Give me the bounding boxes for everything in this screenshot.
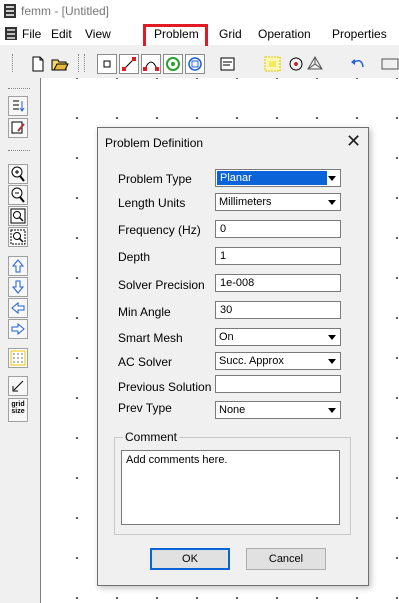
undo-icon[interactable] (348, 54, 368, 74)
close-icon[interactable]: ✕ (346, 132, 361, 150)
smart-mesh-label: Smart Mesh (118, 331, 183, 345)
comment-group: Comment Add comments here. (114, 430, 351, 535)
depth-label: Depth (118, 250, 151, 264)
block-label-icon[interactable] (163, 54, 183, 74)
node-icon[interactable] (97, 54, 117, 74)
title-bar: femm - [Untitled] (0, 0, 399, 22)
problem-definition-dialog: Problem Definition ✕ Problem Type Planar… (97, 127, 369, 586)
previous-solution-input[interactable] (215, 375, 341, 393)
edit-icon[interactable] (8, 118, 28, 138)
problem-type-value: Planar (217, 171, 327, 185)
toolbar-grip[interactable] (84, 54, 87, 72)
show-names-icon[interactable] (8, 96, 28, 116)
menu-view[interactable]: View (85, 27, 111, 41)
window-title: femm - [Untitled] (21, 4, 110, 18)
grid-size-icon[interactable]: grid size (8, 398, 28, 422)
length-units-select[interactable]: Millimeters (215, 193, 341, 211)
snap-grid-icon[interactable] (8, 376, 28, 396)
ok-button[interactable]: OK (150, 548, 230, 570)
select-window-icon[interactable] (263, 54, 283, 74)
group-icon[interactable] (185, 54, 205, 74)
pan-up-icon[interactable] (8, 256, 28, 276)
grid-size-label-grid: grid (11, 401, 25, 408)
frequency-label: Frequency (Hz) (118, 223, 201, 237)
pan-left-icon[interactable] (8, 298, 28, 318)
app-icon (4, 4, 16, 18)
ac-solver-select[interactable]: Succ. Approx (215, 352, 341, 370)
depth-input[interactable]: 1 (215, 247, 341, 265)
frequency-input[interactable]: 0 (215, 220, 341, 238)
chevron-down-icon[interactable] (325, 195, 339, 209)
prev-type-value: None (219, 404, 246, 416)
toolbar-grip[interactable] (8, 150, 30, 151)
problem-type-select[interactable]: Planar (215, 169, 341, 187)
pan-down-icon[interactable] (8, 277, 28, 297)
menu-properties[interactable]: Properties (332, 27, 387, 41)
toolbar-grip[interactable] (8, 88, 30, 89)
extra-tool-icon[interactable] (380, 54, 399, 74)
zoom-window-icon[interactable] (8, 227, 28, 247)
document-icon[interactable] (5, 27, 17, 40)
view-toolbar: grid size (0, 78, 40, 603)
comment-legend: Comment (123, 430, 180, 444)
circle-icon[interactable] (287, 54, 307, 74)
smart-mesh-value: On (219, 331, 234, 343)
solver-precision-input[interactable]: 1e-008 (215, 274, 341, 292)
ac-solver-value: Succ. Approx (219, 355, 284, 367)
zoom-out-icon[interactable] (8, 185, 28, 205)
chevron-down-icon[interactable] (325, 403, 339, 417)
length-units-value: Millimeters (219, 196, 272, 208)
grid-size-label-size: size (11, 408, 25, 415)
prev-type-label: Prev Type (118, 401, 172, 415)
properties-icon[interactable] (218, 54, 238, 74)
chevron-down-icon[interactable] (325, 171, 339, 185)
previous-solution-label: Previous Solution (118, 380, 212, 394)
pan-right-icon[interactable] (8, 319, 28, 339)
solver-precision-label: Solver Precision (118, 278, 205, 292)
zoom-in-icon[interactable] (8, 164, 28, 184)
open-icon[interactable] (50, 54, 70, 74)
zoom-natural-icon[interactable] (8, 206, 28, 226)
menu-grid[interactable]: Grid (219, 27, 242, 41)
chevron-down-icon[interactable] (325, 330, 339, 344)
prev-type-select[interactable]: None (215, 401, 341, 419)
cancel-button[interactable]: Cancel (246, 548, 326, 570)
length-units-label: Length Units (118, 196, 186, 210)
comment-textarea[interactable]: Add comments here. (121, 450, 340, 525)
new-icon[interactable] (28, 54, 48, 74)
toolbar-grip[interactable] (12, 54, 15, 72)
main-toolbar (0, 46, 399, 79)
menu-file[interactable]: File (22, 27, 41, 41)
chevron-down-icon[interactable] (325, 354, 339, 368)
arc-icon[interactable] (141, 54, 161, 74)
dialog-title: Problem Definition (105, 136, 204, 150)
smart-mesh-select[interactable]: On (215, 328, 341, 346)
menu-operation[interactable]: Operation (258, 27, 311, 41)
problem-type-label: Problem Type (118, 172, 192, 186)
min-angle-input[interactable]: 30 (215, 301, 341, 319)
toolbar-grip[interactable] (78, 54, 81, 72)
menu-edit[interactable]: Edit (51, 27, 72, 41)
mesh-icon[interactable] (305, 54, 325, 74)
show-grid-icon[interactable] (8, 348, 28, 368)
segment-icon[interactable] (119, 54, 139, 74)
ac-solver-label: AC Solver (118, 355, 173, 369)
min-angle-label: Min Angle (118, 305, 171, 319)
